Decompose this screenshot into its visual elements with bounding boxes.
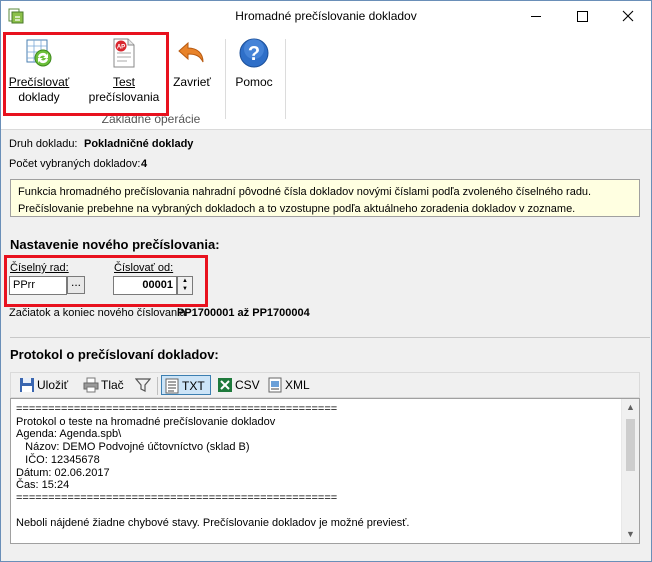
- log-line: Dátum: 02.06.2017: [16, 466, 110, 479]
- txt-format-button[interactable]: TXT: [161, 375, 211, 395]
- csv-format-button[interactable]: CSV: [215, 375, 263, 395]
- title-bar: Hromadné prečíslovanie dokladov: [1, 1, 651, 31]
- section-divider: [10, 337, 650, 338]
- toolbar-separator: [157, 377, 158, 395]
- settings-title: Nastavenie nového prečíslovania:: [10, 237, 220, 252]
- log-line: Čas: 15:24: [16, 479, 70, 492]
- undo-arrow-icon: [178, 41, 204, 63]
- log-line: IČO: 12345678: [16, 453, 100, 466]
- close-label: Zavrieť: [173, 75, 211, 89]
- ribbon-separator: [285, 39, 286, 119]
- print-label: Tlač: [101, 378, 124, 392]
- close-button[interactable]: Zavrieť: [169, 37, 215, 90]
- text-file-icon: [165, 378, 179, 394]
- maximize-button[interactable]: [559, 1, 605, 31]
- renumber-window: Hromadné prečíslovanie dokladov Prečíslo…: [0, 0, 652, 562]
- highlight-frame: [4, 255, 208, 307]
- help-button[interactable]: ? Pomoc: [231, 37, 277, 90]
- log-line: Agenda: Agenda.spb\: [16, 428, 122, 441]
- range-value: PP1700001 až PP1700004: [177, 307, 310, 319]
- doc-count-value: 4: [141, 158, 148, 170]
- csv-label: CSV: [235, 378, 260, 392]
- close-window-button[interactable]: [605, 1, 651, 31]
- csv-file-icon: [218, 378, 232, 392]
- help-label: Pomoc: [235, 75, 273, 89]
- doc-count-label: Počet vybraných dokladov:: [9, 158, 141, 170]
- close-icon: [622, 10, 634, 22]
- log-line: Neboli nájdené žiadne chybové stavy. Pre…: [16, 517, 410, 530]
- maximize-icon: [577, 11, 588, 22]
- log-line: Protokol o teste na hromadné prečíslovan…: [16, 415, 276, 428]
- scroll-up-icon[interactable]: ▲: [622, 399, 639, 416]
- log-line: ========================================…: [16, 403, 338, 415]
- scroll-thumb[interactable]: [626, 419, 635, 471]
- log-line: Názov: DEMO Podvojné účtovníctvo (sklad …: [16, 441, 250, 454]
- print-button[interactable]: Tlač: [81, 375, 129, 395]
- range-label: Začiatok a koniec nového číslovania: [9, 307, 186, 319]
- save-button[interactable]: Uložiť: [17, 375, 75, 395]
- txt-label: TXT: [182, 379, 205, 393]
- xml-file-icon: [268, 377, 282, 393]
- protocol-log[interactable]: ========================================…: [10, 398, 640, 544]
- log-scrollbar[interactable]: ▲ ▼: [621, 399, 639, 543]
- filter-button[interactable]: [133, 375, 153, 395]
- ribbon-separator: [225, 39, 226, 119]
- svg-text:?: ?: [248, 43, 260, 65]
- doc-type-label: Druh dokladu:: [9, 138, 78, 150]
- highlight-frame: [3, 32, 169, 116]
- filter-icon: [135, 378, 151, 392]
- minimize-button[interactable]: [513, 1, 559, 31]
- save-icon: [20, 378, 34, 392]
- ribbon-toolbar: Prečíslovať doklady AP Test prečíslovani…: [1, 31, 651, 130]
- protocol-title: Protokol o prečíslovaní dokladov:: [10, 347, 219, 362]
- scroll-down-icon[interactable]: ▼: [622, 526, 639, 543]
- printer-icon: [83, 377, 99, 393]
- xml-format-button[interactable]: XML: [265, 375, 315, 395]
- minimize-icon: [531, 16, 541, 17]
- save-label: Uložiť: [37, 378, 69, 392]
- log-line: ========================================…: [16, 491, 338, 504]
- xml-label: XML: [285, 378, 310, 392]
- info-notice: Funkcia hromadného prečíslovania nahradn…: [10, 179, 640, 217]
- doc-type-value: Pokladničné doklady: [84, 138, 194, 150]
- help-icon: ?: [239, 38, 269, 68]
- protocol-toolbar: Uložiť Tlač TXT CSV XML: [10, 372, 640, 398]
